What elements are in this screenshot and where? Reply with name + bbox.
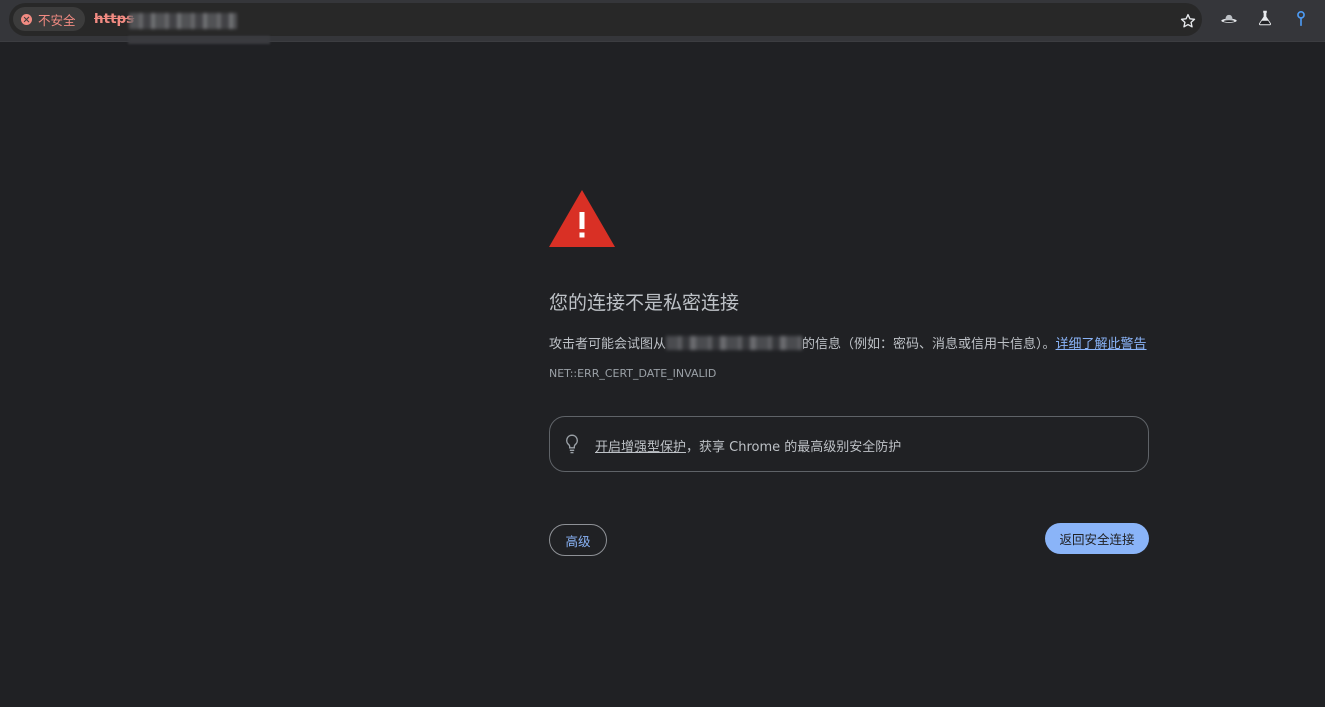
address-bar[interactable]: 不安全 https bbox=[9, 3, 1202, 36]
bookmark-star-icon[interactable] bbox=[1179, 12, 1197, 30]
description-suffix: 的信息（例如：密码、消息或信用卡信息）。 bbox=[802, 337, 1056, 352]
back-to-safety-button[interactable]: 返回安全连接 bbox=[1045, 523, 1149, 554]
url-redacted bbox=[129, 13, 237, 29]
browser-toolbar: 不安全 https bbox=[0, 0, 1325, 44]
enhanced-protection-promo: 开启增强型保护，获享 Chrome 的最高级别安全防护 bbox=[549, 416, 1149, 472]
enhanced-protection-link[interactable]: 开启增强型保护 bbox=[595, 440, 686, 455]
lightbulb-icon bbox=[566, 434, 578, 454]
domain-redacted bbox=[666, 336, 803, 350]
pin-extension-icon[interactable] bbox=[1292, 9, 1310, 27]
security-status-label: 不安全 bbox=[38, 12, 76, 28]
promo-rest: ，获享 Chrome 的最高级别安全防护 bbox=[686, 440, 902, 455]
page-title: 您的连接不是私密连接 bbox=[549, 292, 740, 314]
flask-extension-icon[interactable] bbox=[1256, 9, 1274, 27]
not-secure-icon bbox=[21, 13, 32, 25]
advanced-button[interactable]: 高级 bbox=[549, 524, 607, 556]
security-status-chip[interactable]: 不安全 bbox=[13, 7, 85, 31]
url-redacted-dropdown bbox=[128, 36, 270, 44]
error-description: 攻击者可能会试图从 的信息（例如：密码、消息或信用卡信息）。详细了解此警告 bbox=[549, 333, 1147, 352]
hat-extension-icon[interactable] bbox=[1220, 9, 1238, 27]
warning-triangle-icon bbox=[549, 190, 615, 247]
promo-text: 开启增强型保护，获享 Chrome 的最高级别安全防护 bbox=[595, 436, 901, 455]
error-code: NET::ERR_CERT_DATE_INVALID bbox=[549, 367, 717, 380]
description-prefix: 攻击者可能会试图从 bbox=[549, 337, 667, 352]
learn-more-link[interactable]: 详细了解此警告 bbox=[1056, 337, 1147, 352]
